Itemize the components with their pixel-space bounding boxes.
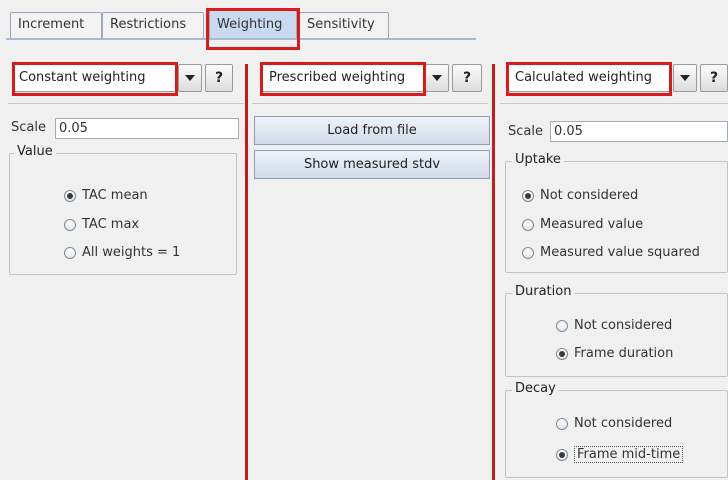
chevron-down-icon <box>432 75 442 81</box>
radio-label: Measured value <box>540 217 644 232</box>
radio-frame-mid-time[interactable]: Frame mid-time <box>556 446 684 463</box>
radio-tac-max[interactable]: TAC max <box>64 217 139 232</box>
scale-input-right[interactable]: 0.05 <box>550 121 728 142</box>
combo-dropdown-button-middle[interactable] <box>425 64 449 92</box>
uptake-group-title: Uptake <box>512 152 564 167</box>
radio-empty-icon <box>64 246 76 259</box>
tab-increment[interactable]: Increment <box>10 12 102 38</box>
radio-all-weights-1[interactable]: All weights = 1 <box>64 245 180 260</box>
radio-selected-icon <box>64 189 76 202</box>
tab-strip-line <box>6 38 476 40</box>
radio-label: Not considered <box>574 416 673 431</box>
duration-group-title: Duration <box>512 284 575 299</box>
radio-uptake-measured-squared[interactable]: Measured value squared <box>522 245 700 260</box>
scale-input-left[interactable]: 0.05 <box>55 118 239 139</box>
radio-label: TAC max <box>82 217 140 232</box>
weighting-type-combo-middle[interactable]: Prescribed weighting <box>262 64 424 92</box>
radio-duration-not-considered[interactable]: Not considered <box>556 318 672 333</box>
panel-divider-2 <box>492 64 495 480</box>
radio-selected-icon <box>556 448 568 461</box>
radio-label: Measured value squared <box>540 245 700 260</box>
show-measured-stdv-button[interactable]: Show measured stdv <box>254 150 490 179</box>
value-group-title: Value <box>14 144 56 159</box>
radio-label: Not considered <box>540 188 639 203</box>
scale-label-left: Scale <box>11 120 46 135</box>
radio-frame-duration[interactable]: Frame duration <box>556 346 673 361</box>
weighting-type-combo-left[interactable]: Constant weighting <box>12 64 178 92</box>
radio-label: TAC mean <box>82 188 148 203</box>
duration-group <box>505 293 728 377</box>
decay-group-title: Decay <box>512 381 559 396</box>
radio-label: All weights = 1 <box>82 245 181 260</box>
divider-right <box>500 103 728 104</box>
weighting-type-combo-right[interactable]: Calculated weighting <box>508 64 672 92</box>
scale-label-right: Scale <box>508 124 543 139</box>
radio-selected-icon <box>556 347 568 360</box>
tab-restrictions[interactable]: Restrictions <box>102 12 204 38</box>
tab-sensitivity[interactable]: Sensitivity <box>299 12 389 38</box>
combo-dropdown-button-left[interactable] <box>178 64 202 92</box>
radio-label: Frame mid-time <box>574 446 684 463</box>
radio-uptake-measured-value[interactable]: Measured value <box>522 217 643 232</box>
help-button-middle[interactable]: ? <box>452 64 482 92</box>
divider-left <box>8 103 244 104</box>
radio-empty-icon <box>556 417 568 430</box>
tab-weighting[interactable]: Weighting <box>209 10 297 40</box>
load-from-file-button[interactable]: Load from file <box>254 116 490 145</box>
radio-empty-icon <box>522 246 534 259</box>
help-button-right[interactable]: ? <box>700 64 728 92</box>
chevron-down-icon <box>185 75 195 81</box>
radio-empty-icon <box>556 319 568 332</box>
radio-label: Not considered <box>574 318 673 333</box>
help-button-left[interactable]: ? <box>205 64 233 92</box>
chevron-down-icon <box>680 75 690 81</box>
panel-divider-1 <box>245 64 248 480</box>
radio-empty-icon <box>522 218 534 231</box>
radio-decay-not-considered[interactable]: Not considered <box>556 416 672 431</box>
decay-group <box>505 390 728 478</box>
combo-dropdown-button-right[interactable] <box>673 64 697 92</box>
radio-selected-icon <box>522 189 534 202</box>
divider-middle <box>252 103 488 104</box>
radio-tac-mean[interactable]: TAC mean <box>64 188 148 203</box>
radio-label: Frame duration <box>574 346 674 361</box>
radio-empty-icon <box>64 218 76 231</box>
radio-uptake-not-considered[interactable]: Not considered <box>522 188 638 203</box>
